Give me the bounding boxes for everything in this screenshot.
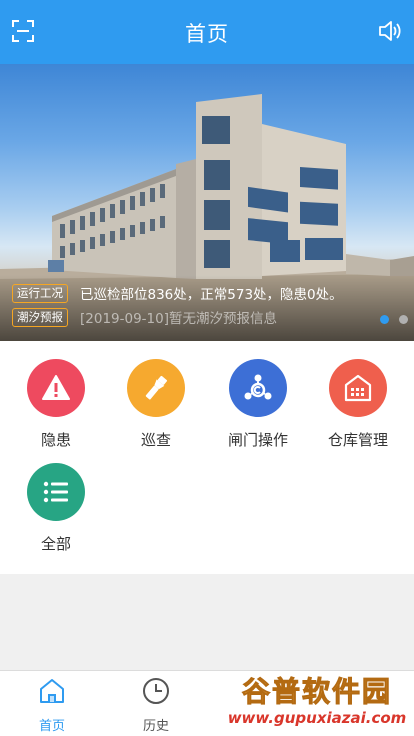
notice-operation[interactable]: 运行工况 已巡检部位836处，正常573处，隐患0处。 (12, 283, 343, 303)
list-icon (27, 463, 85, 521)
speaker-icon[interactable] (378, 20, 402, 42)
carousel-dot-active[interactable] (380, 315, 389, 324)
watermark-title: 谷普软件园 (241, 675, 392, 708)
gate-operation-icon (229, 359, 287, 417)
feature-grid: 隐患 巡查 闸门操作 仓库管理 全部 (0, 341, 414, 574)
warehouse-icon (329, 359, 387, 417)
clock-icon (143, 678, 169, 704)
menu-item-label: 全部 (40, 535, 71, 553)
carousel-dot[interactable] (399, 315, 408, 324)
menu-item-label: 仓库管理 (327, 431, 388, 449)
menu-item-hazard[interactable]: 隐患 (4, 341, 108, 449)
home-icon (40, 679, 64, 703)
notice-text: [2019-09-10]暂无潮汐预报信息 (80, 311, 277, 327)
menu-item-all[interactable]: 全部 (4, 445, 108, 553)
notice-tag: 运行工况 (12, 283, 68, 303)
tab-history[interactable]: 历史 (104, 677, 208, 734)
tab-home[interactable]: 首页 (0, 677, 104, 734)
notice-text: 已巡检部位836处，正常573处，隐患0处。 (80, 287, 343, 303)
warning-icon (27, 359, 85, 417)
tab-label: 历史 (142, 719, 169, 734)
flashlight-icon (127, 359, 185, 417)
banner-carousel[interactable]: 运行工况 已巡检部位836处，正常573处，隐患0处。 潮汐预报 [2019-0… (0, 64, 414, 341)
menu-item-inspection[interactable]: 巡查 (104, 341, 208, 449)
page-title: 首页 (185, 22, 229, 46)
notice-tag: 潮汐预报 (12, 307, 68, 327)
menu-item-label: 巡查 (140, 431, 171, 449)
app-header: 首页 (0, 0, 414, 64)
menu-item-label: 闸门操作 (227, 431, 288, 449)
carousel-indicator (380, 315, 408, 324)
watermark-url: www.gupuxiazai.com (227, 709, 407, 727)
menu-item-warehouse[interactable]: 仓库管理 (306, 341, 410, 449)
menu-item-gate-operation[interactable]: 闸门操作 (206, 341, 310, 449)
notice-tide[interactable]: 潮汐预报 [2019-09-10]暂无潮汐预报信息 (12, 307, 277, 327)
site-watermark: 谷普软件园 www.gupuxiazai.com (224, 675, 410, 734)
tab-label: 首页 (38, 719, 65, 734)
